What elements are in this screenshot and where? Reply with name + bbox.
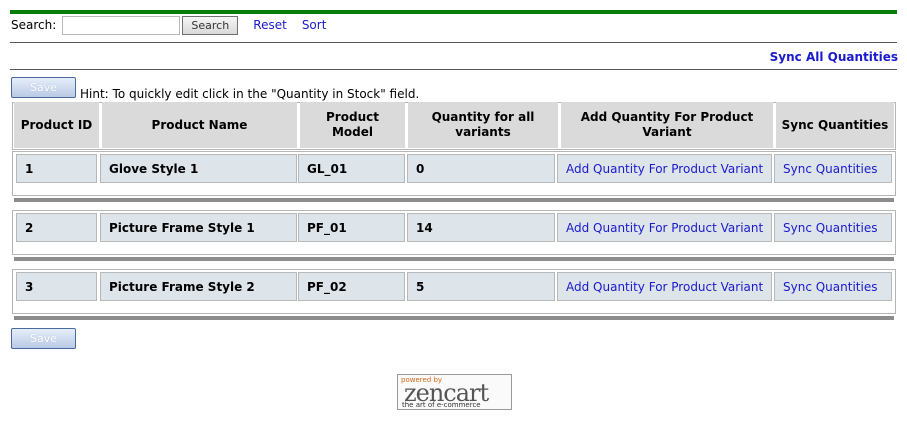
- add-quantity-link[interactable]: Add Quantity For Product Variant: [566, 221, 763, 235]
- logo-tagline: the art of e-commerce: [402, 401, 481, 409]
- sync-quantities-link[interactable]: Sync Quantities: [783, 280, 877, 294]
- cell-add-quantity: Add Quantity For Product Variant: [557, 272, 772, 301]
- cell-product-model: GL_01: [298, 154, 405, 183]
- cell-product-id: 2: [16, 213, 97, 242]
- add-quantity-link[interactable]: Add Quantity For Product Variant: [566, 280, 763, 294]
- divider-bottom: [10, 69, 897, 70]
- cell-quantity[interactable]: 5: [407, 272, 555, 301]
- sync-quantities-link[interactable]: Sync Quantities: [783, 221, 877, 235]
- zencart-logo[interactable]: powered by zencart the art of e-commerce: [397, 374, 512, 410]
- header-sync-quantities: Sync Quantities: [776, 102, 894, 148]
- hint-text: Hint: To quickly edit click in the "Quan…: [80, 87, 420, 101]
- cell-quantity[interactable]: 14: [407, 213, 555, 242]
- cell-product-model: PF_01: [298, 213, 405, 242]
- header-add-quantity: Add Quantity For Product Variant: [561, 102, 773, 148]
- cell-product-name: Picture Frame Style 1: [100, 213, 297, 242]
- sync-quantities-link[interactable]: Sync Quantities: [783, 162, 877, 176]
- reset-link[interactable]: Reset: [253, 18, 287, 32]
- header-product-model: Product Model: [300, 102, 405, 148]
- search-label: Search:: [11, 18, 57, 32]
- cell-add-quantity: Add Quantity For Product Variant: [557, 154, 772, 183]
- search-row: Search: Search Reset Sort: [11, 14, 326, 36]
- header-quantity-all-variants: Quantity for all variants: [408, 102, 558, 148]
- row-separator: [14, 198, 894, 202]
- row-separator: [14, 316, 894, 320]
- header-product-name: Product Name: [102, 102, 297, 148]
- cell-product-name: Picture Frame Style 2: [100, 272, 297, 301]
- cell-product-id: 3: [16, 272, 97, 301]
- cell-quantity[interactable]: 0: [407, 154, 555, 183]
- add-quantity-link[interactable]: Add Quantity For Product Variant: [566, 162, 763, 176]
- header-product-id: Product ID: [14, 102, 99, 148]
- search-input[interactable]: [62, 15, 181, 35]
- divider-top: [10, 42, 897, 43]
- cell-product-name: Glove Style 1: [100, 154, 297, 183]
- cell-sync: Sync Quantities: [774, 272, 892, 301]
- row-separator: [14, 257, 894, 261]
- sort-link[interactable]: Sort: [302, 18, 327, 32]
- cell-add-quantity: Add Quantity For Product Variant: [557, 213, 772, 242]
- search-button[interactable]: Search: [182, 15, 239, 35]
- save-button-top[interactable]: Save: [11, 77, 76, 98]
- cell-sync: Sync Quantities: [774, 154, 892, 183]
- cell-product-model: PF_02: [298, 272, 405, 301]
- cell-sync: Sync Quantities: [774, 213, 892, 242]
- sync-all-quantities-link[interactable]: Sync All Quantities: [770, 50, 898, 64]
- save-button-bottom[interactable]: Save: [11, 328, 76, 349]
- cell-product-id: 1: [16, 154, 97, 183]
